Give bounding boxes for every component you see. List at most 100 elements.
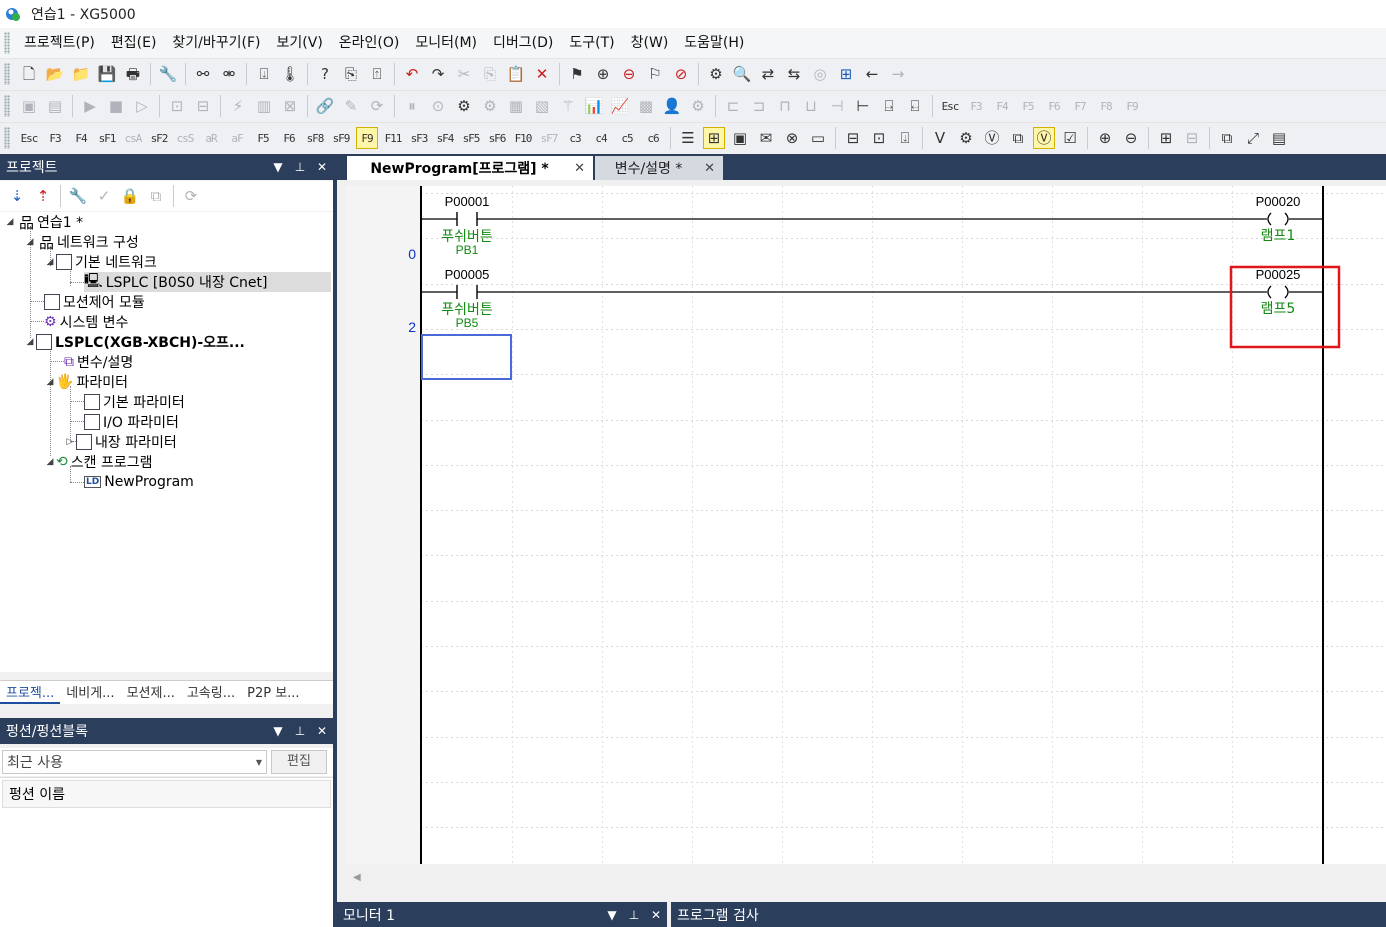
ld-hline-button[interactable]: F5 bbox=[252, 127, 274, 149]
run-icon[interactable]: ▶ bbox=[79, 95, 101, 117]
trend-icon[interactable]: ⚚ bbox=[557, 95, 579, 117]
insert-col-icon[interactable]: ⊐ bbox=[748, 95, 770, 117]
ld-cross-button[interactable]: sF9 bbox=[330, 127, 352, 149]
output-comment-icon[interactable]: ⍇ bbox=[904, 95, 926, 117]
menu-project[interactable]: 프로젝트(P) bbox=[16, 31, 103, 55]
back-icon[interactable]: ← bbox=[861, 63, 883, 85]
context-help-icon[interactable]: ⎘ bbox=[340, 63, 362, 85]
ld-contact-pa-button[interactable]: csA bbox=[122, 127, 144, 149]
undo-icon[interactable]: ↶ bbox=[401, 63, 423, 85]
line-chart-icon[interactable]: 📈 bbox=[609, 95, 631, 117]
tab-project[interactable]: 프로젝... bbox=[0, 681, 61, 704]
tab-variables[interactable]: 변수/설명 * ✕ bbox=[595, 156, 723, 180]
ld-invert-button[interactable]: aR bbox=[200, 127, 222, 149]
plc-write-icon[interactable]: ▤ bbox=[44, 95, 66, 117]
ld-contact-no-button[interactable]: F3 bbox=[44, 127, 66, 149]
ld-contact-nc-button[interactable]: F4 bbox=[70, 127, 92, 149]
device-icon[interactable]: ⚙ bbox=[955, 127, 977, 149]
wrench-icon[interactable]: 🔧 bbox=[157, 63, 179, 85]
pin-icon[interactable]: ⊥ bbox=[289, 160, 311, 174]
tree-item-variables[interactable]: ⧉ 변수/설명 bbox=[64, 352, 133, 372]
tree-item-plc[interactable]: ◢ LSPLC(XGB-XBCH)-오프... bbox=[24, 332, 245, 352]
device-monitor-icon[interactable]: ⚙ bbox=[479, 95, 501, 117]
special-module-icon[interactable]: ▧ bbox=[531, 95, 553, 117]
expand-arrow-icon[interactable]: ▷ bbox=[64, 437, 76, 447]
properties-wrench-icon[interactable]: 🔧 bbox=[67, 185, 89, 207]
device-ref-icon[interactable]: ⊟ bbox=[842, 127, 864, 149]
fkey-f5-button[interactable]: F5 bbox=[1017, 95, 1039, 117]
insert-row-icon[interactable]: ⊏ bbox=[722, 95, 744, 117]
fkey-f9-button[interactable]: F9 bbox=[1121, 95, 1143, 117]
function-edit-button[interactable]: 편집 bbox=[271, 750, 327, 774]
check-box-icon[interactable]: ☑ bbox=[1059, 127, 1081, 149]
ld-select-button[interactable]: Esc bbox=[18, 127, 40, 149]
tab-highspeed-link[interactable]: 고속링... bbox=[181, 681, 241, 702]
output-window-icon[interactable]: ▤ bbox=[1268, 127, 1290, 149]
tree-item-basic-network[interactable]: ◢ 기본 네트워크 bbox=[44, 252, 157, 272]
menu-help[interactable]: 도움말(H) bbox=[676, 31, 752, 55]
fkey-f7-button[interactable]: F7 bbox=[1069, 95, 1091, 117]
split-window-icon[interactable]: ⊞ bbox=[1155, 127, 1177, 149]
upload-icon[interactable]: ⍐ bbox=[366, 63, 388, 85]
cut-icon[interactable]: ✂ bbox=[453, 63, 475, 85]
open-project-icon[interactable]: 📁 bbox=[70, 63, 92, 85]
ld-invert-a-button[interactable]: aF bbox=[226, 127, 248, 149]
fkey-f8-button[interactable]: F8 bbox=[1095, 95, 1117, 117]
monitor-start-icon[interactable]: ⏸ bbox=[401, 95, 423, 117]
toolbar-grip[interactable] bbox=[4, 127, 10, 149]
ld-c6-button[interactable]: c6 bbox=[642, 127, 664, 149]
used-device-icon[interactable]: ⍗ bbox=[894, 127, 916, 149]
delete-row-icon[interactable]: ⊓ bbox=[774, 95, 796, 117]
bookmark-insert-icon[interactable]: ⊕ bbox=[592, 63, 614, 85]
table-icon[interactable]: ▩ bbox=[635, 95, 657, 117]
tree-item-io-parameter[interactable]: I/O 파라미터 bbox=[84, 412, 179, 432]
menu-online[interactable]: 온라인(O) bbox=[331, 31, 408, 55]
fkey-f3-button[interactable]: F3 bbox=[965, 95, 987, 117]
tab-motion[interactable]: 모션제... bbox=[121, 681, 181, 702]
bookmark-remove-icon[interactable]: ⊖ bbox=[618, 63, 640, 85]
menu-tools[interactable]: 도구(T) bbox=[561, 31, 622, 55]
scroll-left-arrow-icon[interactable]: ◀ bbox=[353, 872, 361, 883]
expand-all-icon[interactable]: ⇣ bbox=[6, 185, 28, 207]
close-icon[interactable]: ✕ bbox=[311, 724, 333, 738]
download-icon[interactable]: ⍗ bbox=[253, 63, 275, 85]
ld-c3-button[interactable]: c3 bbox=[564, 127, 586, 149]
collapse-arrow-icon[interactable]: ◢ bbox=[44, 377, 56, 387]
fullscreen-icon[interactable]: ⤢ bbox=[1242, 127, 1264, 149]
tree-item-builtin-parameter[interactable]: ▷ 내장 파라미터 bbox=[64, 432, 177, 452]
new-file-icon[interactable]: 🗋 bbox=[18, 63, 40, 85]
view-window-icon[interactable]: ▣ bbox=[729, 127, 751, 149]
line-insert-icon[interactable]: ⊣ bbox=[826, 95, 848, 117]
view-mail-icon[interactable]: ✉ bbox=[755, 127, 777, 149]
open-folder-icon[interactable]: 📂 bbox=[44, 63, 66, 85]
monitor-pause-icon[interactable]: ⊙ bbox=[427, 95, 449, 117]
view-ld-icon[interactable]: ⊞ bbox=[703, 127, 725, 149]
copy-icon[interactable]: ⎘ bbox=[479, 63, 501, 85]
plc-read-icon[interactable]: ▣ bbox=[18, 95, 40, 117]
disconnect-icon[interactable]: ⚮ bbox=[218, 63, 240, 85]
tree-item-lsplc-cnet[interactable]: 🖳 LSPLC [B0S0 내장 Cnet] bbox=[84, 272, 331, 292]
variable-device-icon[interactable]: Ⓥ bbox=[981, 127, 1003, 149]
ld-c5-button[interactable]: c5 bbox=[616, 127, 638, 149]
ld-vline-button[interactable]: F6 bbox=[278, 127, 300, 149]
delete-icon[interactable]: ✕ bbox=[531, 63, 553, 85]
collapse-arrow-icon[interactable]: ◢ bbox=[24, 237, 36, 247]
sync-icon[interactable]: ⟳ bbox=[180, 185, 202, 207]
system-monitor-icon[interactable]: ⚙ bbox=[453, 95, 475, 117]
fkey-f6-button[interactable]: F6 bbox=[1043, 95, 1065, 117]
function-filter-select[interactable]: 최근 사용 ▼ bbox=[2, 750, 267, 774]
user-icon[interactable]: 👤 bbox=[661, 95, 683, 117]
collapse-all-icon[interactable]: ⇡ bbox=[32, 185, 54, 207]
bookmark-add-icon[interactable]: ⚑ bbox=[566, 63, 588, 85]
fault-mask-icon[interactable]: ⊠ bbox=[279, 95, 301, 117]
close-tab-icon[interactable]: ✕ bbox=[574, 161, 585, 176]
find-icon[interactable]: 🔍 bbox=[731, 63, 753, 85]
print-icon[interactable]: 🖶 bbox=[122, 63, 144, 85]
panel-dropdown-icon[interactable]: ▼ bbox=[267, 160, 289, 174]
compare-icon[interactable]: ⊡ bbox=[166, 95, 188, 117]
variable-comment-icon[interactable]: ⧉ bbox=[1007, 127, 1029, 149]
ladder-diagram[interactable]: 0P00001푸쉬버튼PB1P00020램프12P00005푸쉬버튼PB5P00… bbox=[337, 180, 1386, 898]
forward-icon[interactable]: → bbox=[887, 63, 909, 85]
pin-icon[interactable]: ⊥ bbox=[289, 724, 311, 738]
fkey-f4-button[interactable]: F4 bbox=[991, 95, 1013, 117]
